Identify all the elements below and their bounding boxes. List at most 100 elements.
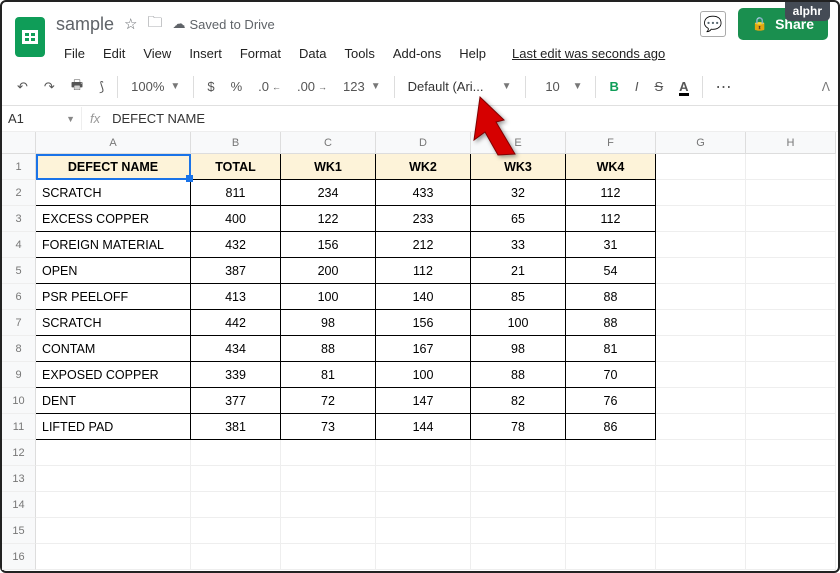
cell[interactable]: 112: [566, 180, 656, 206]
row-head[interactable]: 3: [2, 206, 36, 232]
cell[interactable]: [746, 336, 836, 362]
cell[interactable]: 98: [281, 310, 376, 336]
cell[interactable]: 88: [566, 284, 656, 310]
cell[interactable]: [281, 440, 376, 466]
cell[interactable]: 100: [471, 310, 566, 336]
cell[interactable]: 72: [281, 388, 376, 414]
cell[interactable]: [746, 388, 836, 414]
row-head[interactable]: 9: [2, 362, 36, 388]
row-head[interactable]: 11: [2, 414, 36, 440]
cell[interactable]: CONTAM: [36, 336, 191, 362]
cell[interactable]: [191, 492, 281, 518]
cell[interactable]: [746, 492, 836, 518]
doc-name[interactable]: sample: [56, 14, 114, 35]
cell[interactable]: 112: [376, 258, 471, 284]
cell[interactable]: [656, 232, 746, 258]
strikethrough-button[interactable]: S: [647, 74, 670, 99]
row-head[interactable]: 6: [2, 284, 36, 310]
bold-button[interactable]: B: [602, 74, 625, 99]
col-head-G[interactable]: G: [656, 132, 746, 154]
cell[interactable]: 434: [191, 336, 281, 362]
cell[interactable]: [281, 518, 376, 544]
cell[interactable]: [656, 518, 746, 544]
font-size-dropdown[interactable]: 10▼: [532, 74, 590, 99]
cell[interactable]: 811: [191, 180, 281, 206]
cell-B1[interactable]: TOTAL: [191, 154, 281, 180]
cell[interactable]: [191, 440, 281, 466]
row-head[interactable]: 16: [2, 544, 36, 570]
font-dropdown[interactable]: Default (Ari...▼: [401, 74, 519, 99]
zoom-dropdown[interactable]: 100%▼: [124, 74, 187, 99]
select-all-corner[interactable]: [2, 132, 36, 154]
cell[interactable]: [566, 466, 656, 492]
cell[interactable]: 100: [281, 284, 376, 310]
comments-icon[interactable]: 💬: [700, 11, 726, 37]
cell[interactable]: 32: [471, 180, 566, 206]
redo-icon[interactable]: ↷: [37, 74, 62, 100]
cell-G1[interactable]: [656, 154, 746, 180]
row-head[interactable]: 5: [2, 258, 36, 284]
number-format-dropdown[interactable]: 123▼: [336, 74, 388, 99]
cell[interactable]: [656, 466, 746, 492]
cell[interactable]: [746, 232, 836, 258]
cell-C1[interactable]: WK1: [281, 154, 376, 180]
cell[interactable]: OPEN: [36, 258, 191, 284]
cell[interactable]: [656, 440, 746, 466]
cell[interactable]: [376, 492, 471, 518]
cell[interactable]: SCRATCH: [36, 180, 191, 206]
menu-insert[interactable]: Insert: [181, 42, 230, 65]
cell[interactable]: 33: [471, 232, 566, 258]
cell[interactable]: 233: [376, 206, 471, 232]
row-head[interactable]: 2: [2, 180, 36, 206]
cell[interactable]: [281, 492, 376, 518]
cell[interactable]: 339: [191, 362, 281, 388]
menu-format[interactable]: Format: [232, 42, 289, 65]
cell[interactable]: 234: [281, 180, 376, 206]
spreadsheet-grid[interactable]: A B C D E F G H 1 DEFECT NAME TOTAL WK1 …: [2, 132, 838, 570]
cell[interactable]: [656, 284, 746, 310]
cell[interactable]: 82: [471, 388, 566, 414]
cell[interactable]: [746, 466, 836, 492]
cell[interactable]: 88: [566, 310, 656, 336]
italic-button[interactable]: I: [628, 74, 646, 99]
row-head[interactable]: 15: [2, 518, 36, 544]
cell[interactable]: [191, 466, 281, 492]
cell[interactable]: [746, 180, 836, 206]
cell[interactable]: [471, 440, 566, 466]
cell[interactable]: [566, 492, 656, 518]
cell[interactable]: [36, 492, 191, 518]
cell-F1[interactable]: WK4: [566, 154, 656, 180]
cell[interactable]: 98: [471, 336, 566, 362]
menu-addons[interactable]: Add-ons: [385, 42, 449, 65]
cell[interactable]: 381: [191, 414, 281, 440]
col-head-B[interactable]: B: [191, 132, 281, 154]
formula-bar[interactable]: [108, 107, 838, 130]
cell[interactable]: [191, 544, 281, 570]
cell[interactable]: [471, 518, 566, 544]
cell[interactable]: 144: [376, 414, 471, 440]
cell[interactable]: PSR PEELOFF: [36, 284, 191, 310]
col-head-D[interactable]: D: [376, 132, 471, 154]
cell[interactable]: 100: [376, 362, 471, 388]
cell[interactable]: [746, 310, 836, 336]
cell[interactable]: 156: [376, 310, 471, 336]
cell[interactable]: 85: [471, 284, 566, 310]
cell[interactable]: SCRATCH: [36, 310, 191, 336]
text-color-button[interactable]: A: [672, 74, 695, 99]
cell-D1[interactable]: WK2: [376, 154, 471, 180]
cell[interactable]: [656, 206, 746, 232]
cell[interactable]: [471, 492, 566, 518]
cell[interactable]: [656, 258, 746, 284]
print-icon[interactable]: 🖶: [64, 71, 90, 103]
cell[interactable]: [746, 544, 836, 570]
cell[interactable]: 122: [281, 206, 376, 232]
cell[interactable]: [656, 544, 746, 570]
cell[interactable]: DENT: [36, 388, 191, 414]
cell[interactable]: [376, 466, 471, 492]
cell[interactable]: 78: [471, 414, 566, 440]
cell[interactable]: [566, 518, 656, 544]
cell[interactable]: 200: [281, 258, 376, 284]
cell[interactable]: 442: [191, 310, 281, 336]
cell[interactable]: 147: [376, 388, 471, 414]
cell[interactable]: [36, 466, 191, 492]
